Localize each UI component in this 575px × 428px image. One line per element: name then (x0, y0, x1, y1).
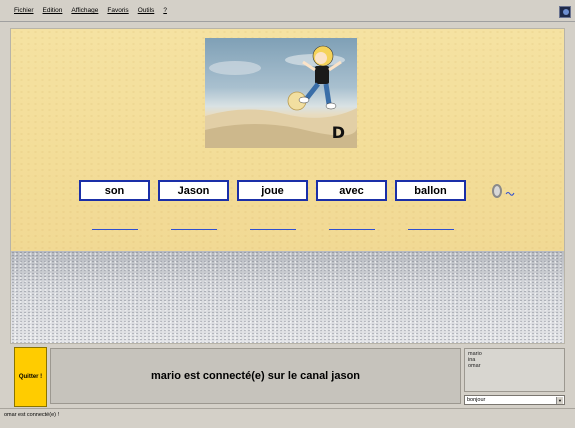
answer-slot-1[interactable] (92, 229, 138, 230)
scene-floor (11, 251, 564, 343)
channel-message: mario est connecté(e) sur le canal jason (50, 348, 461, 404)
menu-favoris[interactable]: Favoris (107, 7, 128, 14)
menu-help[interactable]: ? (163, 7, 167, 14)
status-text: omar est connecté(e) ! (4, 412, 60, 418)
user-list-item[interactable]: omar (468, 363, 561, 369)
menu-bar: Fichier Edition Affichage Favoris Outils… (0, 0, 575, 22)
answer-slot-5[interactable] (408, 229, 454, 230)
word-card-4[interactable]: avec (316, 180, 387, 201)
quit-button[interactable]: Quitter ! (14, 347, 47, 407)
word-card-1[interactable]: son (79, 180, 150, 201)
status-bar: omar est connecté(e) ! (0, 408, 575, 428)
speaker-icon[interactable] (488, 180, 518, 202)
game-scene: D son Jason joue avec ballon (10, 28, 565, 344)
picture-letter: D (331, 123, 345, 142)
answer-slot-2[interactable] (171, 229, 217, 230)
word-card-2[interactable]: Jason (158, 180, 229, 201)
menu-fichier[interactable]: Fichier (14, 7, 34, 14)
answer-slot-4[interactable] (329, 229, 375, 230)
chat-input-value: bonjour (467, 397, 486, 403)
menu-affichage[interactable]: Affichage (71, 7, 98, 14)
menu-outils[interactable]: Outils (138, 7, 155, 14)
browser-logo-icon (559, 6, 571, 18)
answer-slot-3[interactable] (250, 229, 296, 230)
chat-input[interactable]: bonjour ▼ (464, 395, 565, 405)
chat-panel: Quitter ! mario est connecté(e) sur le c… (10, 345, 565, 407)
word-card-5[interactable]: ballon (395, 180, 466, 201)
menu-edition[interactable]: Edition (43, 7, 63, 14)
dropdown-arrow-icon[interactable]: ▼ (556, 397, 563, 404)
word-card-3[interactable]: joue (237, 180, 308, 201)
illustration-picture: D (205, 38, 357, 148)
user-list[interactable]: mario ina omar (464, 348, 565, 392)
